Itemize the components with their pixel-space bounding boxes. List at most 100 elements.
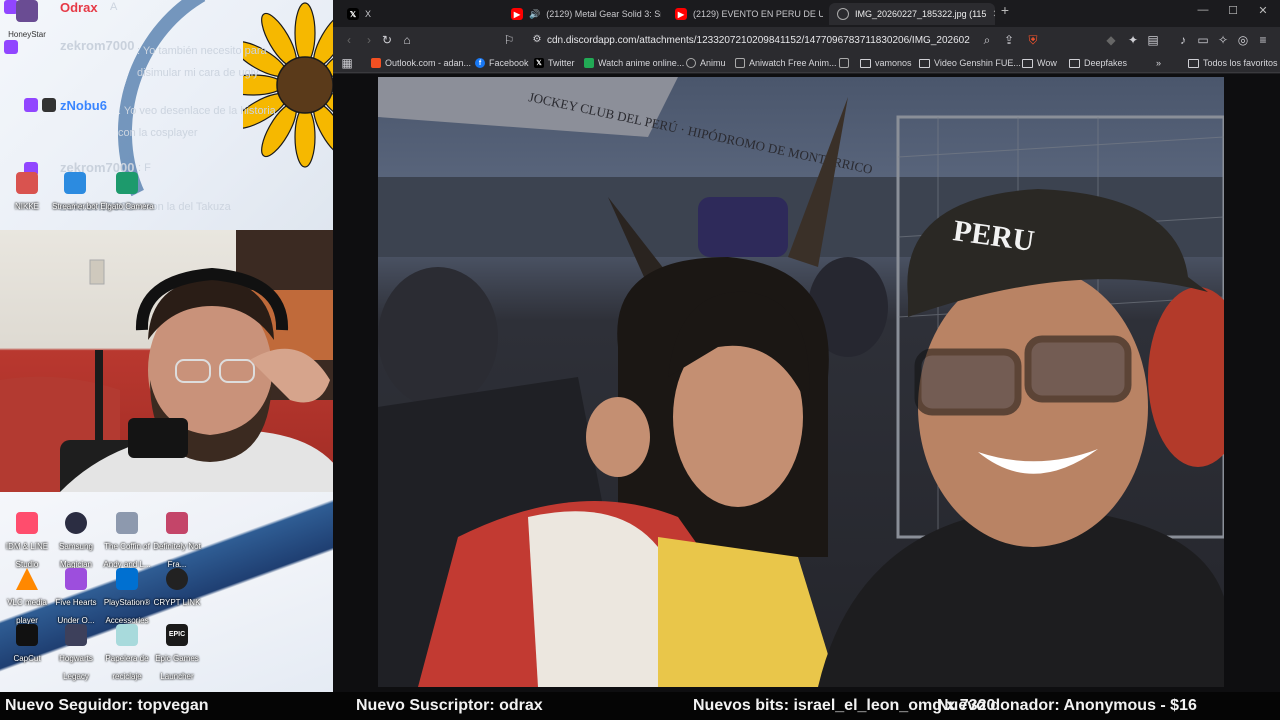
twitch-badge-icon — [4, 40, 18, 54]
displayed-photo[interactable]: JOCKEY CLUB DEL PERÚ · HIPÓDROMO DE MONT… — [378, 77, 1224, 687]
back-button[interactable]: ‹ — [341, 32, 357, 48]
elgato-icon — [116, 172, 138, 194]
bookmarks-overflow-icon[interactable]: » — [1156, 56, 1161, 70]
forward-button[interactable]: › — [361, 32, 377, 48]
app-icon — [166, 568, 188, 590]
bookmark-folder-vamonos[interactable]: vamonos — [860, 56, 912, 70]
bookmarks-bar: ▦ Outlook.com - adan... f Facebook 𝕏 Twi… — [333, 53, 1280, 73]
image-viewer: JOCKEY CLUB DEL PERÚ · HIPÓDROMO DE MONT… — [333, 74, 1280, 692]
bookmark-unnamed[interactable] — [839, 56, 853, 70]
playstation-icon — [116, 568, 138, 590]
tab-youtube-evento[interactable]: ▶ (2129) EVENTO EN PERU DE UMAMU — [667, 3, 823, 25]
subscriber-alert: Nuevo Suscriptor: odrax — [356, 697, 543, 714]
close-tab-icon[interactable]: ✕ — [992, 9, 995, 20]
desktop-icon[interactable]: EPIC Epic Games Launcher — [150, 624, 204, 684]
rewards-icon[interactable]: ◆ — [1103, 32, 1119, 48]
tab-image[interactable]: IMG_20260227_185322.jpg (115 ✕ — [829, 3, 995, 25]
streamerbot-icon — [64, 172, 86, 194]
vpn-icon[interactable]: ◎ — [1235, 32, 1251, 48]
tab-x[interactable]: 𝕏 X — [339, 3, 499, 25]
desktop-icon[interactable]: CapCut — [0, 624, 54, 666]
capcut-icon — [16, 624, 38, 646]
desktop-icon[interactable]: IDM & LINE Studio — [0, 512, 54, 572]
bookmark-aniwatch[interactable]: Aniwatch Free Anim... — [735, 56, 837, 70]
bookmark-twitter[interactable]: 𝕏 Twitter — [534, 56, 575, 70]
folder-icon — [860, 58, 871, 68]
desktop-icon[interactable]: Elgato Camera — [100, 172, 154, 214]
desktop-icon[interactable]: Five Hearts Under O... — [49, 568, 103, 628]
chat-overlay: Odrax A zekrom7000 : Yo también necesito… — [0, 0, 333, 230]
tab-youtube-mgs3[interactable]: ▶ 🔊 (2129) Metal Gear Solid 3: Snake — [503, 3, 661, 25]
close-window-button[interactable]: ✕ — [1255, 4, 1271, 17]
desktop-icon[interactable]: CRYPT LINK — [150, 568, 204, 610]
bookmark-folder-deepfakes[interactable]: Deepfakes — [1069, 56, 1127, 70]
bookmark-animu[interactable]: Animu — [686, 56, 726, 70]
x-icon: 𝕏 — [347, 8, 359, 20]
desktop-icon[interactable]: Papelera de reciclaje — [100, 624, 154, 684]
game-icon — [166, 512, 188, 534]
hogwarts-legacy-icon — [65, 624, 87, 646]
desktop-icon[interactable]: NIKKE — [0, 172, 54, 214]
chat-message: A — [110, 1, 118, 13]
bookmark-page-icon[interactable]: ⚐ — [501, 32, 517, 48]
building-sign: JOCKEY CLUB DEL PERÚ · HIPÓDROMO DE MONT… — [527, 89, 874, 177]
bookmark-facebook[interactable]: f Facebook — [475, 56, 529, 70]
share-icon[interactable]: ⇪ — [1001, 32, 1017, 48]
bookmark-folder-wow[interactable]: Wow — [1022, 56, 1057, 70]
globe-icon — [837, 8, 849, 20]
desktop-icon[interactable]: Streamer.bot — [48, 172, 102, 214]
desktop-icon[interactable]: VLC media player — [0, 568, 54, 628]
media-icon[interactable]: ♪ — [1175, 32, 1191, 48]
app-icon — [16, 512, 38, 534]
sidebar-icon[interactable]: ▤ — [1145, 32, 1161, 48]
chat-message: : Yo también necesito para disimular mi … — [137, 45, 267, 79]
folder-icon — [919, 58, 930, 68]
youtube-icon: ▶ — [511, 8, 523, 20]
bookmark-folder-genshin[interactable]: Video Genshin FUE... — [919, 56, 1021, 70]
webcam-feed — [0, 230, 356, 492]
browser-window: 𝕏 X ▶ 🔊 (2129) Metal Gear Solid 3: Snake… — [333, 0, 1280, 692]
menu-icon[interactable]: ≡ — [1255, 32, 1271, 48]
twitch-badge-icon — [24, 98, 38, 112]
facebook-icon: f — [475, 58, 485, 68]
desktop-icon[interactable]: Hogwarts Legacy — [49, 624, 103, 684]
home-icon[interactable]: ⌂ — [399, 32, 415, 48]
desktop-icon[interactable]: PlayStation® Accessories — [100, 568, 154, 628]
outlook-icon — [371, 58, 381, 68]
desktop-area: IDM & LINE Studio Samsung Magician The C… — [0, 492, 333, 692]
reload-button[interactable]: ↻ — [379, 32, 395, 48]
desktop-icon[interactable]: HoneyStar — [0, 0, 54, 42]
apps-grid-icon[interactable]: ▦ — [339, 55, 355, 71]
user-avatar-icon — [42, 98, 56, 112]
brave-shield-icon[interactable]: ⛨ — [1025, 32, 1041, 48]
desktop-icon[interactable]: Samsung Magician — [49, 512, 103, 572]
x-icon: 𝕏 — [534, 58, 544, 68]
site-info-icon[interactable]: ⚙ — [529, 32, 545, 48]
event-ticker: Nuevo Seguidor: topvegan Nuevo Suscripto… — [0, 692, 1280, 720]
address-bar[interactable]: cdn.discordapp.com/attachments/123320721… — [547, 32, 970, 49]
folder-icon — [1022, 58, 1033, 68]
leo-ai-icon[interactable]: ✧ — [1215, 32, 1231, 48]
wallet-icon[interactable]: ▭ — [1195, 32, 1211, 48]
speaker-icon[interactable]: 🔊 — [529, 9, 540, 20]
donor-alert: Nuevo donador: Anonymous - $16 — [937, 697, 1197, 714]
bookmark-outlook[interactable]: Outlook.com - adan... — [371, 56, 471, 70]
game-icon — [116, 512, 138, 534]
game-icon — [65, 568, 87, 590]
folder-icon — [1188, 58, 1199, 68]
maximize-button[interactable]: ☐ — [1225, 4, 1241, 17]
bookmark-watch-anime[interactable]: Watch anime online... — [584, 56, 684, 70]
new-tab-button[interactable]: + — [997, 2, 1013, 18]
vlc-icon — [16, 568, 38, 590]
minimize-button[interactable]: — — [1195, 4, 1211, 16]
desktop-icon[interactable]: Definitely Not Fra... — [150, 512, 204, 572]
desktop-icon[interactable]: The Coffin of Andy and L... — [100, 512, 154, 572]
samsung-magician-icon — [65, 512, 87, 534]
all-bookmarks[interactable]: Todos los favoritos — [1188, 56, 1278, 70]
folder-icon — [1069, 58, 1080, 68]
extensions-icon[interactable]: ✦ — [1125, 32, 1141, 48]
epic-icon: EPIC — [166, 624, 188, 646]
chat-username: Odrax — [60, 0, 98, 15]
zoom-icon[interactable]: ⌕ — [979, 32, 995, 48]
anime-icon — [584, 58, 594, 68]
